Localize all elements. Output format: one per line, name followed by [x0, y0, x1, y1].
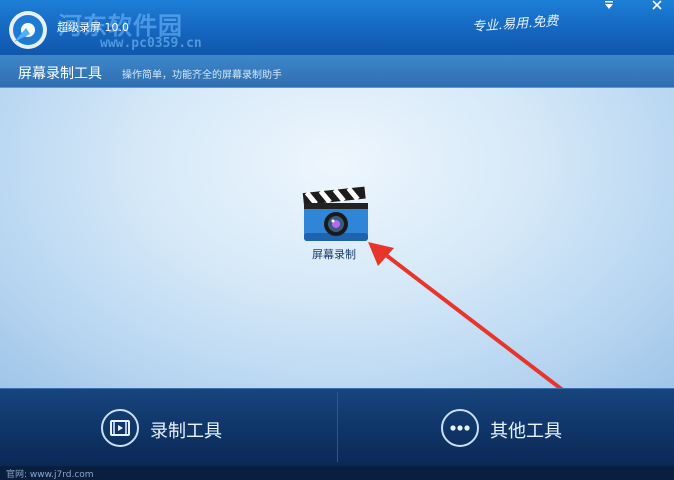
window-title: 超级录屏 10.0 [57, 21, 129, 34]
tab-other-tools-label: 其他工具 [490, 421, 562, 442]
watermark-url: www.pc0359.cn [100, 36, 202, 51]
close-button[interactable] [645, 0, 669, 14]
status-text[interactable]: 官网: www.j7rd.com [6, 467, 94, 480]
tab-record-tools[interactable]: 录制工具 [100, 404, 240, 450]
close-icon [652, 0, 662, 10]
screen-record-label[interactable]: 屏幕录制 [300, 246, 368, 262]
section-description: 操作简单，功能齐全的屏幕录制助手 [122, 70, 282, 81]
tab-other-tools[interactable]: 其他工具 [440, 404, 580, 450]
status-bar [0, 466, 674, 480]
bottom-divider [337, 392, 338, 462]
menu-down-icon-glyph [605, 1, 613, 9]
menu-down-icon[interactable] [597, 0, 621, 14]
tab-record-tools-label: 录制工具 [150, 421, 222, 442]
section-title: 屏幕录制工具 [18, 66, 102, 82]
film-icon [101, 409, 139, 447]
app-window: 河东软件园 www.pc0359.cn 超级录屏 10.0 专业.易用.免费 屏… [0, 0, 674, 480]
app-logo-icon [9, 11, 47, 49]
more-dots-icon [441, 409, 479, 447]
